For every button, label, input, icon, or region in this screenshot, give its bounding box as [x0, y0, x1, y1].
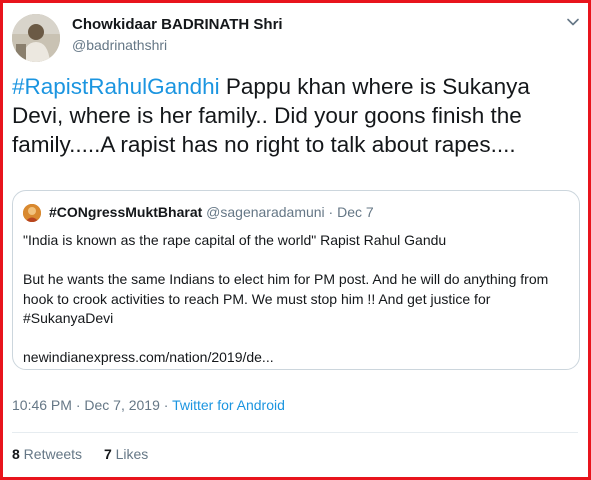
quoted-body: "India is known as the rape capital of t…	[23, 231, 568, 368]
quoted-avatar[interactable]	[23, 204, 41, 222]
likes-count: 7	[103, 446, 112, 462]
quoted-line-1: "India is known as the rape capital of t…	[23, 232, 447, 248]
likes-stat[interactable]: 7 Likes	[104, 446, 148, 462]
avatar-image	[12, 14, 60, 62]
quoted-display-name[interactable]: #CONgressMuktBharat	[49, 204, 202, 220]
quoted-separator: ·	[324, 204, 338, 220]
quoted-date[interactable]: Dec 7	[337, 204, 374, 220]
timestamp-time[interactable]: 10:46 PM · Dec 7, 2019	[12, 397, 160, 413]
quoted-line-2: But he wants the same Indians to elect h…	[23, 271, 549, 326]
avatar[interactable]	[12, 14, 60, 62]
retweets-stat[interactable]: 8 Retweets	[12, 446, 82, 462]
likes-label: Likes	[111, 446, 149, 462]
quoted-link[interactable]: newindianexpress.com/nation/2019/de...	[23, 348, 568, 368]
retweets-count: 8	[12, 446, 20, 462]
quoted-handle[interactable]: @sagenaradamuni	[206, 204, 325, 220]
tweet-source-link[interactable]: Twitter for Android	[172, 397, 285, 413]
quoted-tweet[interactable]: #CONgressMuktBharat @sagenaradamuni · De…	[12, 190, 580, 370]
author-handle[interactable]: @badrinathshri	[72, 37, 167, 53]
hashtag-link[interactable]: #RapistRahulGandhi	[12, 74, 220, 99]
divider	[12, 432, 578, 433]
timestamp-separator: ·	[159, 397, 173, 413]
retweets-label: Retweets	[19, 446, 83, 462]
tweet-text: #RapistRahulGandhi Pappu khan where is S…	[12, 72, 578, 159]
tweet-timestamp: 10:46 PM · Dec 7, 2019 · Twitter for And…	[12, 397, 285, 413]
tweet-stats: 8 Retweets 7 Likes	[12, 446, 166, 462]
author-display-name[interactable]: Chowkidaar BADRINATH Shri	[72, 16, 283, 33]
quoted-header: #CONgressMuktBharat @sagenaradamuni · De…	[49, 204, 374, 220]
chevron-down-icon[interactable]	[565, 14, 581, 30]
